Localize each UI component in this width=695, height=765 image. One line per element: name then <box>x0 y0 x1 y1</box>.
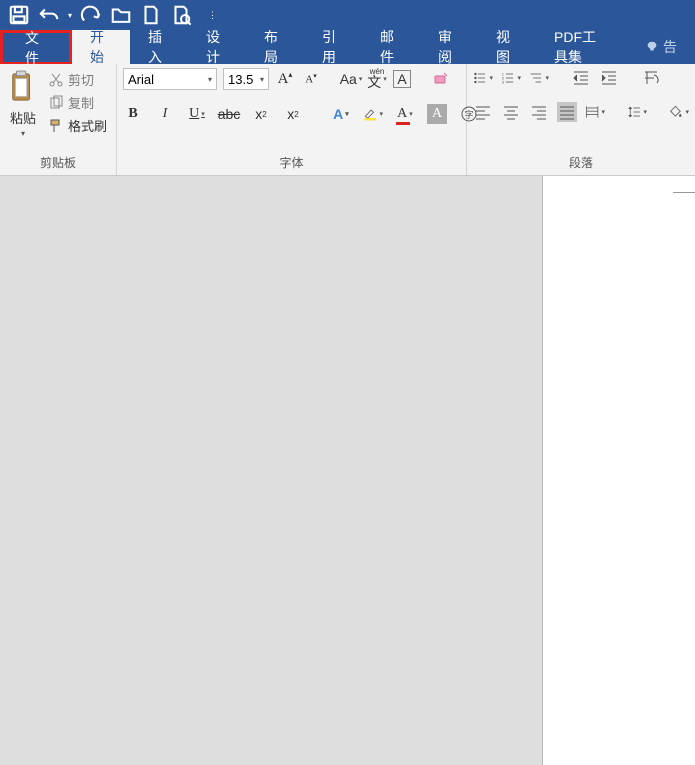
increase-indent-icon[interactable] <box>599 68 619 88</box>
tab-layout[interactable]: 布局 <box>246 30 304 64</box>
quick-access-toolbar: ▾ ⋮ <box>0 0 695 30</box>
grow-font-icon[interactable]: A▴ <box>275 69 295 89</box>
clear-formatting-icon[interactable] <box>431 69 451 89</box>
svg-text:3: 3 <box>502 80 505 85</box>
decrease-indent-icon[interactable] <box>571 68 591 88</box>
document-area <box>0 176 695 765</box>
tab-pdf-tools[interactable]: PDF工具集 <box>536 30 627 64</box>
copy-button[interactable]: 复制 <box>48 93 107 112</box>
document-page[interactable] <box>543 176 695 765</box>
new-icon[interactable] <box>140 4 162 26</box>
font-size-value: 13.5 <box>228 72 253 87</box>
tell-me-label: 告 <box>663 37 677 57</box>
paste-label: 粘贴 <box>10 108 36 127</box>
change-case-icon[interactable]: Aa <box>341 69 361 89</box>
customize-qat-icon[interactable]: ⋮ <box>208 10 217 21</box>
clipboard-group-label: 剪贴板 <box>6 150 110 173</box>
tab-view[interactable]: 视图 <box>478 30 536 64</box>
shading-icon[interactable] <box>669 102 689 122</box>
format-painter-label: 格式刷 <box>68 116 107 135</box>
group-clipboard: 粘贴 ▾ 剪切 复制 格式刷 剪贴板 <box>0 64 117 175</box>
line-spacing-icon[interactable] <box>627 102 647 122</box>
paragraph-group-label: 段落 <box>473 150 689 173</box>
bullets-icon[interactable] <box>473 68 493 88</box>
tab-design[interactable]: 设计 <box>188 30 246 64</box>
numbering-icon[interactable]: 123 <box>501 68 521 88</box>
cut-label: 剪切 <box>68 70 94 89</box>
text-effects-icon[interactable]: A <box>331 104 351 124</box>
asian-layout-icon[interactable] <box>641 68 661 88</box>
subscript-icon[interactable]: x2 <box>251 104 271 124</box>
multilevel-list-icon[interactable] <box>529 68 549 88</box>
undo-icon[interactable] <box>38 4 60 26</box>
page-edge-marker <box>673 192 695 193</box>
cut-button[interactable]: 剪切 <box>48 70 107 89</box>
open-icon[interactable] <box>110 4 132 26</box>
save-icon[interactable] <box>8 4 30 26</box>
justify-icon[interactable] <box>557 102 577 122</box>
group-paragraph: 123 <box>467 64 695 175</box>
font-size-combo[interactable]: 13.5 ▾ <box>223 68 269 90</box>
tab-insert[interactable]: 插入 <box>130 30 188 64</box>
copy-label: 复制 <box>68 93 94 112</box>
tab-review[interactable]: 审阅 <box>420 30 478 64</box>
phonetic-guide-icon[interactable]: wén文 <box>367 69 387 89</box>
tab-mail[interactable]: 邮件 <box>362 30 420 64</box>
ribbon-tabs: 文件 开始 插入 设计 布局 引用 邮件 审阅 视图 PDF工具集 告 <box>0 30 695 64</box>
distributed-icon[interactable] <box>585 102 605 122</box>
ribbon: 粘贴 ▾ 剪切 复制 格式刷 剪贴板 <box>0 64 695 176</box>
font-name-combo[interactable]: Arial ▾ <box>123 68 217 90</box>
paste-button[interactable]: 粘贴 ▾ <box>6 68 44 138</box>
align-center-icon[interactable] <box>501 102 521 122</box>
tab-tell-me[interactable]: 告 <box>627 30 695 64</box>
character-shading-icon[interactable]: A <box>427 104 447 124</box>
tab-file[interactable]: 文件 <box>0 30 72 64</box>
font-name-value: Arial <box>128 72 154 87</box>
tab-references[interactable]: 引用 <box>304 30 362 64</box>
character-border-icon[interactable]: A <box>393 70 411 88</box>
highlight-icon[interactable] <box>363 104 383 124</box>
group-font: Arial ▾ 13.5 ▾ A▴ A▾ Aa wén文 A B <box>117 64 467 175</box>
italic-icon[interactable]: I <box>155 104 175 124</box>
strikethrough-icon[interactable]: abc <box>219 104 239 124</box>
bold-icon[interactable]: B <box>123 104 143 124</box>
align-right-icon[interactable] <box>529 102 549 122</box>
tab-home[interactable]: 开始 <box>72 30 130 64</box>
shrink-font-icon[interactable]: A▾ <box>301 69 321 89</box>
font-group-label: 字体 <box>123 150 460 173</box>
document-gray-area[interactable] <box>0 176 543 765</box>
format-painter-button[interactable]: 格式刷 <box>48 116 107 135</box>
underline-icon[interactable]: U <box>187 104 207 124</box>
undo-dropdown[interactable]: ▾ <box>68 11 72 20</box>
redo-icon[interactable] <box>80 4 102 26</box>
print-preview-icon[interactable] <box>170 4 192 26</box>
superscript-icon[interactable]: x2 <box>283 104 303 124</box>
font-color-icon[interactable]: A <box>395 104 415 124</box>
align-left-icon[interactable] <box>473 102 493 122</box>
